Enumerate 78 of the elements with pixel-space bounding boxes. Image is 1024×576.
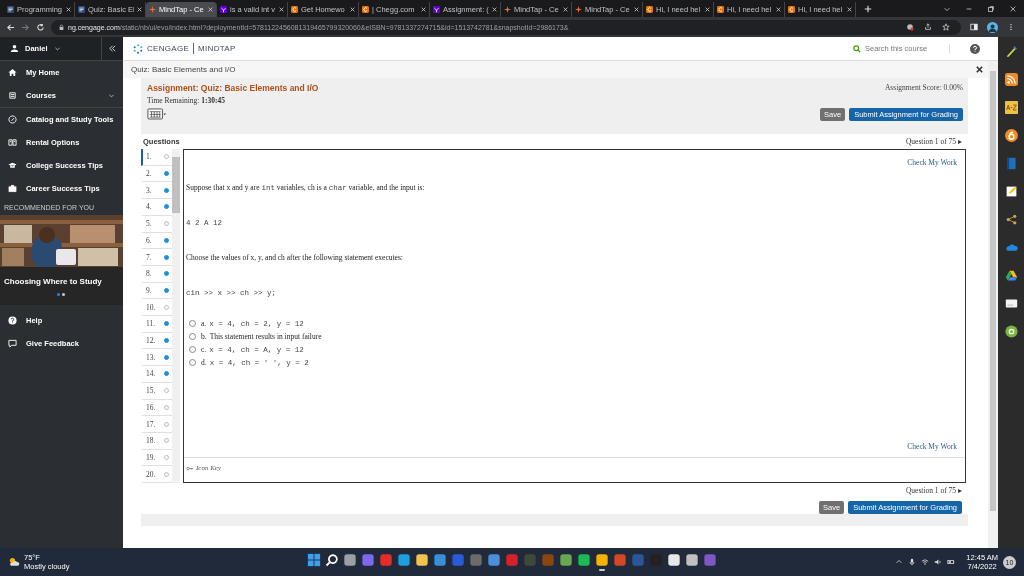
drive-icon[interactable] [1004, 269, 1018, 282]
y-icon [433, 6, 440, 13]
windows-icon[interactable] [307, 553, 321, 567]
assignment-title: Assignment: Quiz: Basic Elements and I/O [147, 83, 320, 93]
card-icon[interactable] [1004, 297, 1018, 310]
pencil-icon[interactable] [1004, 45, 1018, 58]
app-icon[interactable] [595, 553, 609, 567]
app-icon[interactable] [577, 553, 591, 567]
app-icon[interactable] [415, 553, 429, 567]
circle-icon[interactable] [1004, 325, 1018, 338]
speech-bubble-icon [8, 339, 17, 348]
avatar-icon[interactable] [987, 21, 998, 33]
c-icon [291, 6, 298, 13]
app-icon[interactable] [667, 553, 681, 567]
note-icon[interactable] [1004, 185, 1018, 198]
app-icon[interactable] [397, 553, 411, 567]
breadcrumb: Quiz: Basic Elements and I/O [131, 65, 236, 74]
battery-icon[interactable] [947, 558, 956, 566]
share-icon[interactable] [1004, 213, 1018, 226]
keyboard-icon[interactable] [147, 107, 167, 120]
graduation-cap-icon [8, 161, 17, 170]
collapse-icon[interactable] [108, 44, 117, 53]
weather-icon[interactable] [8, 556, 20, 568]
volume-icon[interactable] [934, 558, 943, 566]
star-icon [575, 6, 582, 13]
c-icon [362, 6, 369, 13]
y-icon [220, 6, 227, 13]
menu-icon[interactable] [1007, 23, 1015, 31]
logo-text: CENGAGE [147, 44, 190, 53]
app-icon[interactable] [343, 553, 357, 567]
house-icon [8, 68, 17, 77]
compass-icon [8, 115, 17, 124]
rss-icon[interactable] [1004, 73, 1018, 86]
key-icon [186, 465, 194, 471]
carousel-dot[interactable] [62, 293, 65, 296]
close-icon[interactable] [975, 65, 984, 74]
carousel-dot[interactable] [57, 293, 60, 296]
c-icon [646, 6, 653, 13]
star-icon[interactable] [942, 23, 950, 31]
help-icon [8, 316, 17, 325]
back-icon[interactable] [6, 22, 15, 32]
scrollbar[interactable] [172, 149, 180, 483]
microphone-icon[interactable] [908, 558, 917, 566]
person-icon [10, 44, 19, 53]
book-icon[interactable] [1004, 157, 1018, 170]
briefcase-icon [8, 184, 17, 193]
book-icon [8, 138, 17, 147]
reload-icon[interactable] [36, 22, 45, 32]
new-tab-icon[interactable] [864, 4, 872, 13]
chevron-icon[interactable] [108, 92, 115, 99]
logo-icon [133, 43, 143, 54]
sidebar-icon[interactable] [970, 23, 978, 31]
scrollbar[interactable] [988, 61, 998, 548]
wifi-icon[interactable] [921, 558, 930, 566]
chevron-icon[interactable] [895, 558, 904, 566]
blocked-icon[interactable] [906, 23, 914, 31]
help-icon[interactable] [970, 43, 980, 54]
star-icon [149, 6, 156, 13]
glossary-icon[interactable] [1004, 101, 1018, 114]
chevron-icon [53, 45, 61, 52]
star-icon [504, 6, 511, 13]
search-icon [853, 44, 861, 53]
search-icon[interactable] [325, 553, 339, 567]
feature-caption[interactable]: Choosing Where to Study [4, 277, 102, 286]
restore-icon[interactable] [987, 4, 995, 13]
logo-text: MINDTAP [198, 44, 236, 53]
app-icon[interactable] [559, 553, 573, 567]
c-icon [717, 6, 724, 13]
app-icon[interactable] [685, 553, 699, 567]
circle-icon[interactable] [1004, 129, 1018, 142]
document-icon [8, 91, 17, 100]
c-icon [788, 6, 795, 13]
lock-icon [59, 23, 64, 31]
share-icon[interactable] [924, 23, 932, 31]
book-icon [7, 6, 14, 13]
book-icon [78, 6, 85, 13]
cloud-icon[interactable] [1004, 241, 1018, 254]
forward-icon[interactable] [21, 22, 30, 32]
